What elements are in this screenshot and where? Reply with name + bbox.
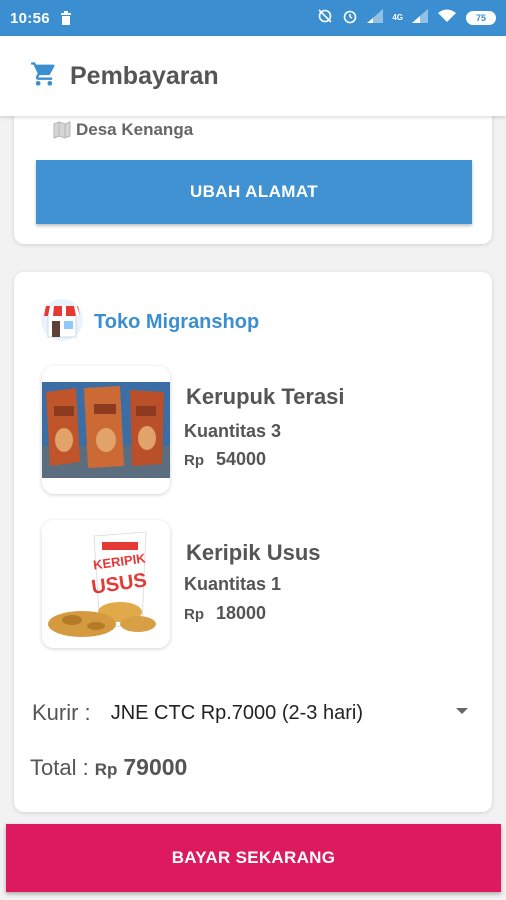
courier-row: Kurir : JNE CTC Rp.7000 (2-3 hari) bbox=[32, 700, 468, 726]
price-value: 18000 bbox=[216, 603, 267, 623]
total-row: Total : Rp 79000 bbox=[30, 754, 187, 781]
signal-icon-2 bbox=[412, 8, 428, 28]
product-image-kerupuk-terasi[interactable] bbox=[42, 366, 170, 494]
village-label: Desa Kenanga bbox=[76, 120, 194, 139]
page-title: Pembayaran bbox=[70, 61, 219, 90]
wifi-icon bbox=[437, 9, 457, 28]
store-icon bbox=[40, 298, 84, 347]
alarm-icon bbox=[342, 8, 358, 29]
product-image-keripik-usus[interactable]: KERIPIK USUS bbox=[42, 520, 170, 648]
trash-icon bbox=[60, 11, 72, 25]
change-address-button[interactable]: UBAH ALAMAT bbox=[36, 160, 472, 224]
product-quantity: Kuantitas 1 bbox=[184, 574, 282, 594]
network-type: 4G bbox=[392, 13, 403, 22]
currency-label: Rp bbox=[184, 606, 204, 623]
address-village: Desa Kenanga bbox=[52, 120, 193, 140]
signal-icon-1 bbox=[367, 8, 384, 28]
courier-select[interactable]: JNE CTC Rp.7000 (2-3 hari) bbox=[111, 702, 363, 725]
battery-icon: 75 bbox=[466, 11, 496, 25]
app-bar: Pembayaran bbox=[0, 36, 506, 116]
product-name: Kerupuk Terasi bbox=[186, 384, 345, 409]
total-currency: Rp bbox=[94, 760, 118, 779]
pay-now-button[interactable]: BAYAR SEKARANG bbox=[6, 824, 501, 892]
courier-label: Kurir : bbox=[32, 700, 91, 725]
product-price: Rp 54000 bbox=[184, 449, 266, 470]
dropdown-arrow-icon[interactable] bbox=[456, 708, 468, 714]
product-name: Keripik Usus bbox=[186, 540, 321, 565]
status-bar: 10:56 4G 75 bbox=[0, 0, 506, 36]
total-label: Total : bbox=[30, 755, 89, 780]
cart-icon bbox=[30, 60, 58, 93]
address-card: Desa Kenanga UBAH ALAMAT bbox=[14, 96, 492, 244]
shop-header: Toko Migranshop bbox=[40, 298, 259, 347]
shop-name: Toko Migranshop bbox=[94, 311, 260, 333]
shop-card: Toko Migranshop Kerupuk Terasi Kuantitas… bbox=[14, 272, 492, 812]
map-icon bbox=[53, 121, 71, 139]
product-quantity: Kuantitas 3 bbox=[184, 421, 282, 441]
total-value: 79000 bbox=[123, 754, 188, 780]
product-price: Rp 18000 bbox=[184, 603, 266, 624]
price-value: 54000 bbox=[216, 449, 267, 469]
clock: 10:56 bbox=[10, 9, 50, 27]
currency-label: Rp bbox=[184, 452, 204, 469]
sync-off-icon bbox=[317, 8, 333, 29]
